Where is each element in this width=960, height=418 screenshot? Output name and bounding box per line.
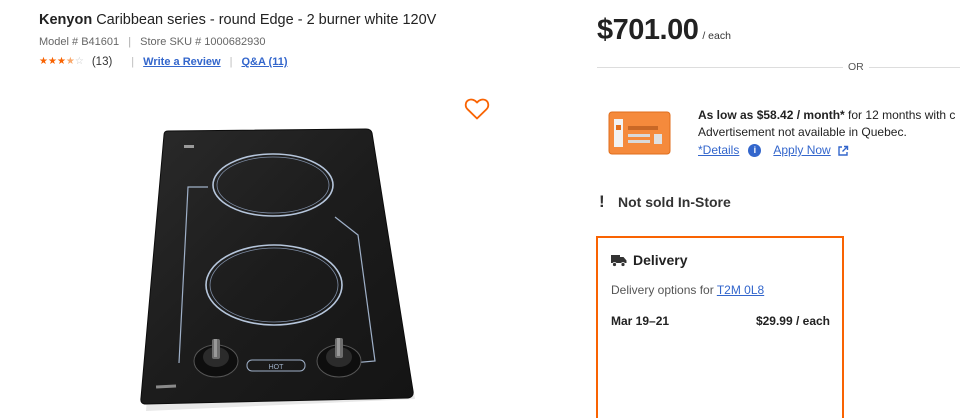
financing-note: Advertisement not available in Quebec. <box>698 125 907 139</box>
financing-links: *Details i Apply Now <box>698 142 955 159</box>
financing-amount: $58.42 / month* <box>756 108 845 122</box>
postal-code-link[interactable]: T2M 0L8 <box>717 283 764 297</box>
rating-stars[interactable]: ★ ★ ★ ★ ☆ <box>39 57 84 67</box>
star-icon: ★ <box>47 56 57 67</box>
delivery-header: Delivery <box>611 252 687 268</box>
qa-link[interactable]: Q&A (11) <box>241 56 287 68</box>
divider: | <box>229 56 233 68</box>
financing-offer: As low as $58.42 / month* for 12 months … <box>698 107 955 159</box>
financing-prefix: As low as <box>698 108 757 122</box>
financing-line: As low as $58.42 / month* for 12 months … <box>698 107 955 124</box>
price-block: $701.00 / each <box>597 14 731 47</box>
model-number: Model # B41601 <box>39 36 120 48</box>
truck-icon <box>611 254 627 267</box>
delivery-option-card[interactable]: Delivery Delivery options for T2M 0L8 Ma… <box>596 236 844 418</box>
meta-separator: | <box>128 36 132 48</box>
details-link[interactable]: *Details <box>698 142 739 159</box>
or-label: OR <box>843 61 869 73</box>
product-image[interactable]: HOT <box>130 125 430 418</box>
external-link-icon[interactable] <box>837 145 849 157</box>
delivery-date: Mar 19–21 <box>611 314 670 328</box>
star-empty-icon: ☆ <box>74 56 84 67</box>
or-divider <box>597 67 960 68</box>
product-title: Kenyon Caribbean series - round Edge - 2… <box>39 12 436 28</box>
rating-row: ★ ★ ★ ★ ☆ (13) | Write a Review | Q&A (1… <box>39 56 288 68</box>
star-half-icon: ★ <box>65 56 75 67</box>
favorite-button[interactable] <box>464 97 490 121</box>
store-sku: Store SKU # 1000682930 <box>140 36 266 48</box>
financing-suffix: for 12 months with c <box>844 108 956 122</box>
in-store-label: Not sold In-Store <box>618 194 731 210</box>
divider: | <box>131 56 135 68</box>
heart-icon <box>464 98 490 120</box>
hot-indicator-label: HOT <box>269 364 285 371</box>
product-meta: Model # B41601 | Store SKU # 1000682930 <box>39 36 265 48</box>
delivery-options-prefix: Delivery options for <box>611 283 717 297</box>
star-icon: ★ <box>56 56 66 67</box>
delivery-title: Delivery <box>633 252 688 268</box>
exclamation-icon: ! <box>599 192 605 211</box>
price-unit: / each <box>702 30 731 42</box>
credit-card-icon <box>608 111 671 155</box>
star-icon: ★ <box>39 56 48 67</box>
product-brand: Kenyon <box>39 12 93 28</box>
cooktop-image: HOT <box>140 128 415 411</box>
review-count[interactable]: (13) <box>92 56 112 68</box>
delivery-options: Delivery options for T2M 0L8 <box>611 283 764 297</box>
delivery-price: $29.99 / each <box>755 314 830 328</box>
info-icon[interactable]: i <box>748 144 762 157</box>
price-amount: $701.00 <box>597 14 699 46</box>
in-store-availability: ! Not sold In-Store <box>599 192 731 212</box>
apply-now-link[interactable]: Apply Now <box>773 142 830 159</box>
product-title-text: Caribbean series - round Edge - 2 burner… <box>96 12 437 28</box>
write-review-link[interactable]: Write a Review <box>143 56 220 68</box>
